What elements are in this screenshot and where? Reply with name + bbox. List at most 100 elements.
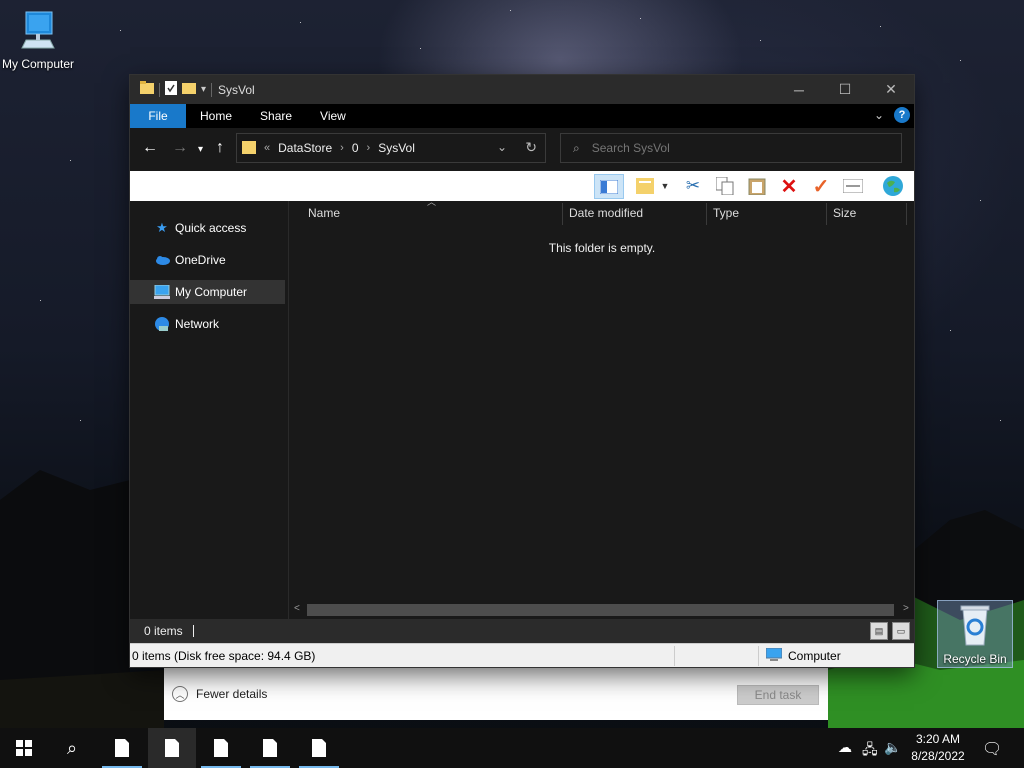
zone-label: Computer bbox=[788, 649, 841, 663]
network-icon[interactable]: 🖧 bbox=[862, 739, 878, 763]
taskbar-app-4[interactable] bbox=[246, 728, 294, 768]
desktop-icon-recycle-bin[interactable]: Recycle Bin bbox=[937, 600, 1013, 668]
network-icon bbox=[154, 316, 170, 332]
column-header-date-modified[interactable]: Date modified bbox=[569, 201, 705, 225]
chevron-right-icon[interactable]: › bbox=[340, 142, 344, 154]
title-bar[interactable]: ▾ SysVol ─ ☐ ✕ bbox=[130, 75, 914, 104]
document-icon bbox=[312, 739, 326, 757]
view-menu-button[interactable] bbox=[634, 176, 656, 196]
taskbar: ⌕ ☁ 🖧 🔈 3:20 AM 8/28/2022 🗨 bbox=[0, 728, 1024, 768]
sidebar-item-quick-access[interactable]: ★ Quick access bbox=[130, 216, 285, 240]
refresh-icon[interactable]: ↻ bbox=[525, 139, 537, 156]
fewer-details-label: Fewer details bbox=[196, 687, 268, 701]
folder-icon bbox=[242, 139, 256, 158]
status-bar: 0 items ▤ ▭ bbox=[130, 619, 914, 643]
recent-locations-icon[interactable]: ▾ bbox=[198, 142, 203, 158]
navigation-bar: ← → ▾ ↑ « DataStore › 0 › SysVol ⌄ ↻ ⌕ bbox=[130, 128, 914, 171]
column-label: Type bbox=[713, 206, 740, 220]
notifications-icon[interactable]: 🗨 bbox=[982, 739, 1002, 759]
column-header-size[interactable]: Size bbox=[833, 201, 903, 225]
tab-share[interactable]: Share bbox=[246, 104, 306, 128]
address-bar[interactable]: « DataStore › 0 › SysVol ⌄ ↻ bbox=[236, 133, 546, 163]
scrollbar-thumb[interactable] bbox=[307, 604, 894, 616]
sidebar-item-onedrive[interactable]: OneDrive bbox=[130, 248, 285, 272]
sidebar-item-my-computer[interactable]: My Computer bbox=[130, 280, 285, 304]
paste-icon[interactable] bbox=[746, 176, 768, 196]
onedrive-offline-icon[interactable]: ☁ bbox=[838, 739, 852, 756]
globe-icon[interactable] bbox=[882, 176, 904, 196]
task-manager-window: ︿ Fewer details End task bbox=[164, 666, 828, 720]
scroll-left-icon[interactable]: < bbox=[294, 603, 300, 614]
properties-icon[interactable] bbox=[165, 81, 177, 98]
taskbar-app-1[interactable] bbox=[98, 728, 146, 768]
sidebar-item-network[interactable]: Network bbox=[130, 312, 285, 336]
item-count: 0 items bbox=[144, 624, 183, 638]
tab-view[interactable]: View bbox=[306, 104, 360, 128]
search-input[interactable] bbox=[589, 140, 874, 156]
disk-free-space-text: 0 items (Disk free space: 94.4 GB) bbox=[132, 648, 316, 663]
customize-qat-icon[interactable]: ▾ bbox=[201, 84, 206, 95]
search-icon: ⌕ bbox=[573, 140, 580, 155]
computer-icon bbox=[765, 647, 783, 664]
sort-ascending-icon: ︿ bbox=[427, 197, 437, 207]
breadcrumb-0[interactable]: 0 bbox=[352, 141, 359, 155]
quick-access-toolbar: ▾ bbox=[140, 81, 213, 98]
column-label: Name bbox=[308, 206, 341, 220]
minimize-button[interactable]: ─ bbox=[776, 75, 822, 104]
chevron-right-icon[interactable]: › bbox=[367, 142, 371, 154]
breadcrumb-overflow[interactable]: « bbox=[264, 142, 270, 154]
close-button[interactable]: ✕ bbox=[868, 75, 914, 104]
preview-pane-button[interactable] bbox=[594, 174, 624, 199]
desktop-icon-label: Recycle Bin bbox=[943, 652, 1007, 666]
fewer-details-button[interactable]: ︿ Fewer details bbox=[172, 686, 267, 702]
star-icon: ★ bbox=[156, 220, 168, 235]
help-icon[interactable]: ? bbox=[894, 107, 910, 123]
maximize-button[interactable]: ☐ bbox=[822, 75, 868, 104]
search-box[interactable]: ⌕ bbox=[560, 133, 902, 163]
sidebar-item-label: Quick access bbox=[175, 221, 247, 235]
document-icon bbox=[115, 739, 129, 757]
horizontal-scrollbar[interactable]: < > bbox=[289, 601, 915, 618]
column-label: Size bbox=[833, 206, 857, 220]
up-arrow-icon[interactable]: ↑ bbox=[216, 140, 224, 156]
back-arrow-icon[interactable]: ← bbox=[142, 140, 158, 156]
system-clock[interactable]: 3:20 AM 8/28/2022 bbox=[908, 731, 968, 765]
expand-ribbon-icon[interactable]: ⌄ bbox=[874, 108, 884, 122]
start-button[interactable] bbox=[0, 728, 48, 768]
breadcrumb-sysvol[interactable]: SysVol bbox=[378, 141, 415, 155]
new-folder-icon[interactable] bbox=[182, 81, 196, 98]
view-icon bbox=[636, 178, 654, 194]
search-button[interactable]: ⌕ bbox=[48, 728, 96, 768]
taskbar-app-3[interactable] bbox=[197, 728, 245, 768]
ribbon-tabs: File Home Share View ⌄ ? bbox=[130, 104, 914, 128]
end-task-button[interactable]: End task bbox=[737, 685, 819, 705]
large-icons-view-button[interactable]: ▭ bbox=[892, 622, 910, 640]
column-header-type[interactable]: Type bbox=[713, 201, 825, 225]
tab-home[interactable]: Home bbox=[186, 104, 246, 128]
details-view-button[interactable]: ▤ bbox=[870, 622, 888, 640]
legacy-status-bar: 0 items (Disk free space: 94.4 GB) Compu… bbox=[130, 643, 914, 667]
document-icon bbox=[263, 739, 277, 757]
clock-time: 3:20 AM bbox=[915, 732, 961, 746]
taskbar-app-5[interactable] bbox=[295, 728, 343, 768]
sidebar-item-label: OneDrive bbox=[175, 253, 226, 267]
taskbar-app-2[interactable] bbox=[148, 728, 196, 768]
view-dropdown-icon[interactable]: ▼ bbox=[660, 176, 670, 196]
checkmark-icon[interactable]: ✓ bbox=[810, 176, 832, 198]
forward-arrow-icon[interactable]: → bbox=[172, 140, 188, 156]
copy-icon[interactable] bbox=[714, 176, 736, 196]
computer-icon bbox=[154, 284, 170, 300]
breadcrumb-datastore[interactable]: DataStore bbox=[278, 141, 332, 155]
properties-icon[interactable] bbox=[842, 176, 864, 196]
sidebar-item-label: Network bbox=[175, 317, 220, 331]
file-list: Name ︿ Date modified Type Size This fold… bbox=[288, 197, 915, 619]
volume-icon[interactable]: 🔈 bbox=[884, 739, 901, 756]
tab-file[interactable]: File bbox=[130, 104, 186, 128]
address-dropdown-icon[interactable]: ⌄ bbox=[497, 140, 507, 154]
column-label: Date modified bbox=[569, 206, 644, 220]
delete-icon[interactable]: ✕ bbox=[778, 176, 800, 198]
scroll-right-icon[interactable]: > bbox=[903, 603, 909, 614]
chevron-up-icon: ︿ bbox=[172, 686, 188, 702]
cut-icon[interactable]: ✂ bbox=[682, 176, 704, 196]
desktop-icon-my-computer[interactable]: My Computer bbox=[0, 10, 76, 71]
